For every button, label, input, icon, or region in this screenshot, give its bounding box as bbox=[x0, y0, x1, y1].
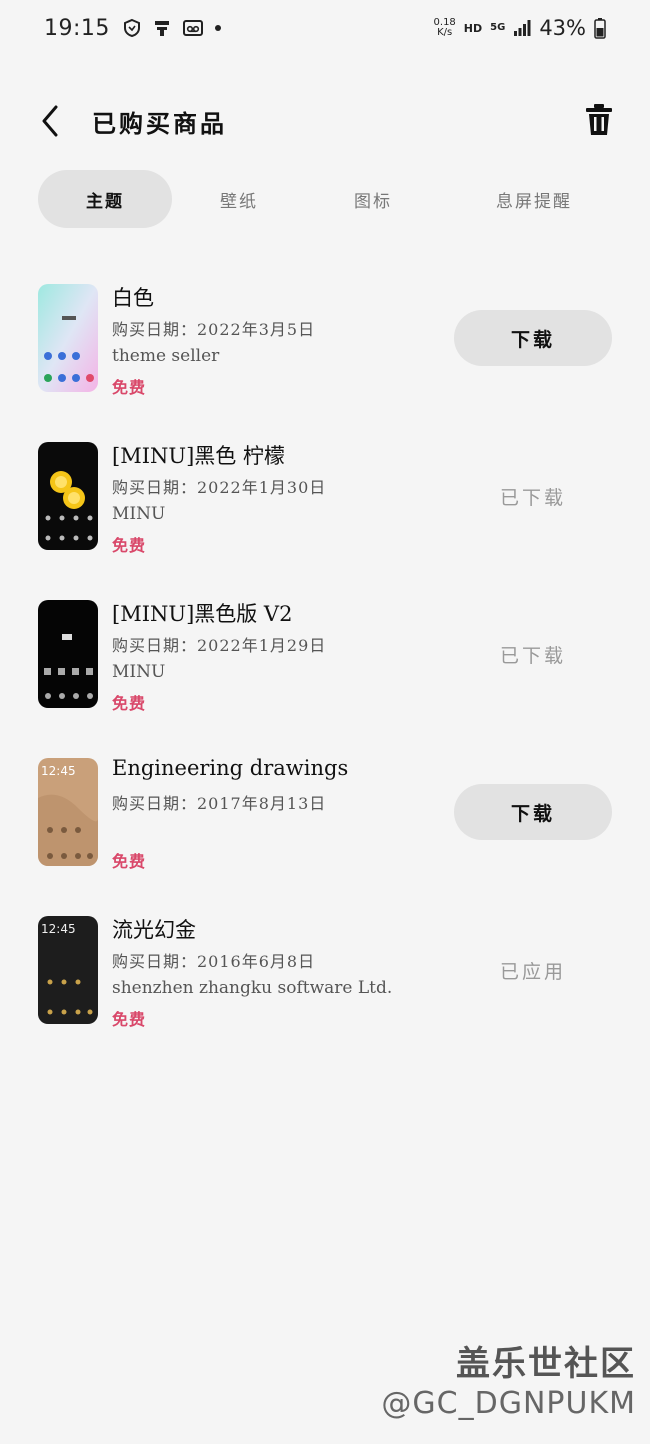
item-purchase-date: 购买日期：2022年3月5日 bbox=[112, 320, 316, 339]
app-header: 已购买商品 bbox=[0, 92, 650, 150]
item-price: 免费 bbox=[112, 852, 147, 871]
status-time: 19:15 bbox=[44, 15, 110, 41]
network-type: 5G bbox=[490, 22, 506, 33]
user-watermark: @GC_DGNPUKM bbox=[381, 1386, 636, 1421]
item-purchase-date: 购买日期：2017年8月13日 bbox=[112, 794, 327, 813]
item-title: Engineering drawings bbox=[112, 756, 349, 780]
item-purchase-date: 购买日期：2022年1月29日 bbox=[112, 636, 327, 655]
item-seller: MINU bbox=[112, 504, 166, 524]
item-price: 免费 bbox=[112, 694, 147, 713]
status-system-icons: 0.18 K/s HD 5G 43% bbox=[434, 16, 606, 40]
item-purchase-date: 购买日期：2022年1月30日 bbox=[112, 478, 327, 497]
battery-icon bbox=[594, 17, 606, 39]
download-button[interactable]: 下载 bbox=[454, 310, 612, 366]
thumbnail-time: 12:45 bbox=[41, 922, 76, 936]
download-button[interactable]: 下载 bbox=[454, 784, 612, 840]
downloaded-status: 已下载 bbox=[499, 486, 566, 509]
tab-themes[interactable]: 主题 bbox=[38, 170, 172, 228]
item-seller: theme seller bbox=[112, 346, 220, 366]
list-item[interactable]: 12:45 流光幻金 购买日期：2016年6月8日 shenzhen zhang… bbox=[0, 902, 650, 1042]
item-price: 免费 bbox=[112, 536, 147, 555]
thumbnail-time: 12:45 bbox=[41, 764, 76, 778]
list-item[interactable]: [MINU]黑色版 V2 购买日期：2022年1月29日 MINU 免费 已下载 bbox=[0, 586, 650, 726]
item-purchase-date: 购买日期：2016年6月8日 bbox=[112, 952, 316, 971]
list-item[interactable]: 12:45 Engineering drawings 购买日期：2017年8月1… bbox=[0, 744, 650, 884]
trash-icon bbox=[583, 102, 615, 138]
tool-icon bbox=[152, 18, 172, 38]
voicemail-icon bbox=[182, 18, 204, 38]
item-seller: MINU bbox=[112, 662, 166, 682]
shield-icon bbox=[122, 18, 142, 38]
item-seller: shenzhen zhangku software Ltd. bbox=[112, 978, 393, 998]
signal-icon bbox=[513, 19, 531, 37]
item-price: 免费 bbox=[112, 1010, 147, 1029]
network-speed-unit: K/s bbox=[437, 27, 453, 38]
theme-thumbnail bbox=[38, 600, 98, 708]
dot-icon bbox=[214, 18, 222, 38]
item-title: [MINU]黑色版 V2 bbox=[112, 602, 293, 626]
tab-wallpapers[interactable]: 壁纸 bbox=[172, 170, 306, 228]
status-bar: 19:15 0.18 K/s HD 5G 43% bbox=[0, 0, 650, 56]
theme-thumbnail: 12:45 bbox=[38, 916, 98, 1024]
category-tabs: 主题 壁纸 图标 息屏提醒 bbox=[38, 170, 618, 228]
applied-status: 已应用 bbox=[499, 960, 566, 983]
theme-thumbnail bbox=[38, 442, 98, 550]
chevron-left-icon bbox=[36, 104, 66, 138]
theme-thumbnail bbox=[38, 284, 98, 392]
tab-aod[interactable]: 息屏提醒 bbox=[450, 170, 618, 228]
item-title: [MINU]黑色 柠檬 bbox=[112, 444, 285, 468]
delete-button[interactable] bbox=[583, 102, 615, 138]
hd-indicator: HD bbox=[463, 21, 483, 35]
page-title: 已购买商品 bbox=[92, 109, 227, 138]
tab-icons[interactable]: 图标 bbox=[306, 170, 440, 228]
list-item[interactable]: 白色 购买日期：2022年3月5日 theme seller 免费 下载 bbox=[0, 270, 650, 410]
theme-thumbnail: 12:45 bbox=[38, 758, 98, 866]
list-item[interactable]: [MINU]黑色 柠檬 购买日期：2022年1月30日 MINU 免费 已下载 bbox=[0, 428, 650, 568]
community-watermark: 盖乐世社区 bbox=[456, 1344, 636, 1384]
battery-percent: 43% bbox=[539, 16, 586, 40]
downloaded-status: 已下载 bbox=[499, 644, 566, 667]
network-speed: 0.18 K/s bbox=[434, 18, 456, 38]
status-notification-icons bbox=[122, 18, 222, 38]
item-title: 流光幻金 bbox=[112, 918, 196, 942]
back-button[interactable] bbox=[36, 104, 66, 138]
item-price: 免费 bbox=[112, 378, 147, 397]
item-title: 白色 bbox=[112, 286, 154, 310]
